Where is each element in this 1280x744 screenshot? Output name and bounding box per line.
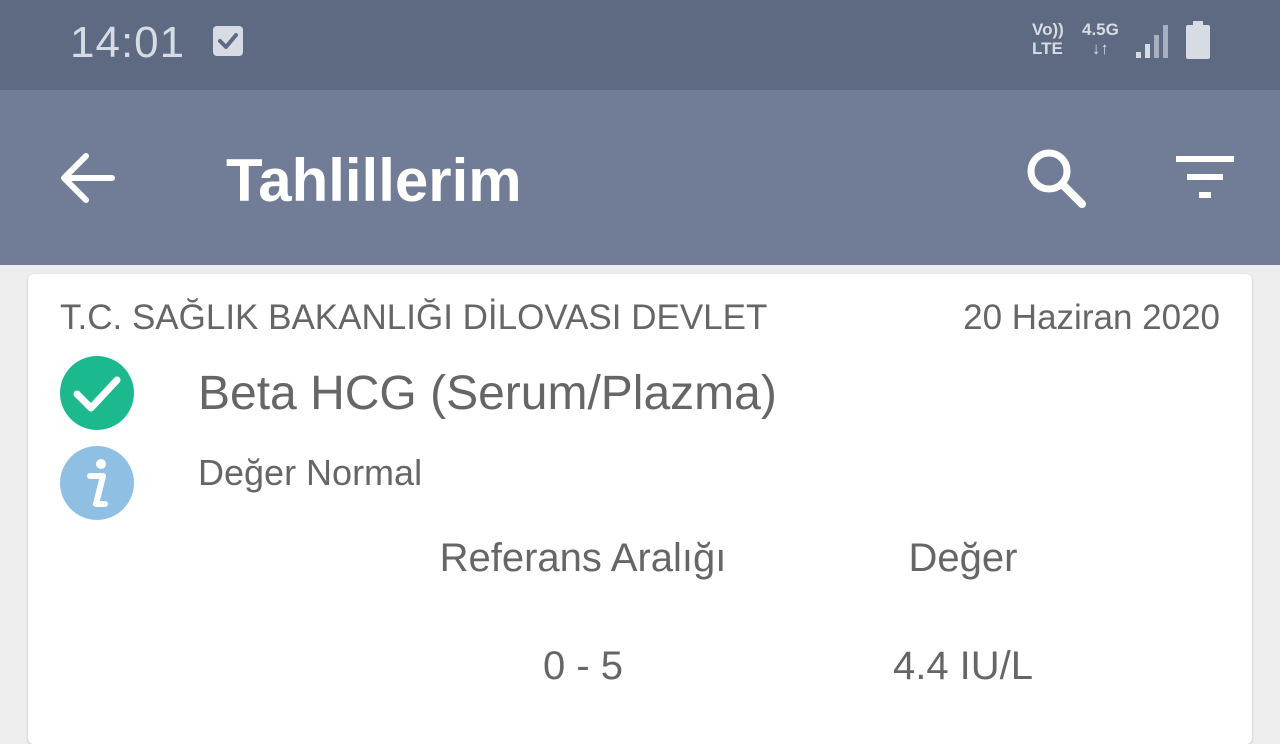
network-type-label: 4.5G [1082,20,1119,39]
check-circle-icon [60,356,134,430]
volte-indicator: Vo)) LTE [1032,20,1064,58]
test-name: Beta HCG (Serum/Plazma) [198,367,777,420]
result-status: Değer Normal [198,452,423,493]
lte-label: LTE [1032,39,1063,58]
reference-range-value: 0 - 5 [542,644,624,688]
battery-icon [1186,21,1210,59]
status-time: 14:01 [70,18,186,67]
checkbox-notification-icon [213,26,243,56]
test-result-card[interactable]: T.C. SAĞLIK BAKANLIĞI DİLOVASI DEVLET 20… [28,274,1252,744]
filter-icon[interactable] [1172,152,1238,202]
result-value: 4.4 IU/L [892,644,1034,688]
hospital-name: T.C. SAĞLIK BAKANLIĞI DİLOVASI DEVLET [60,298,768,337]
signal-icon [1136,25,1168,58]
info-icon [60,446,134,520]
network-indicator: 4.5G ↓↑ [1082,20,1119,58]
volte-label: Vo)) [1032,20,1064,39]
data-activity-arrows: ↓↑ [1091,39,1109,58]
value-header: Değer [908,536,1018,580]
reference-range-header: Referans Aralığı [439,536,727,580]
page-title: Tahlillerim [226,147,522,214]
back-arrow-icon[interactable] [56,150,118,206]
search-icon[interactable] [1024,146,1088,210]
status-bar: 14:01 Vo)) LTE 4.5G ↓↑ [0,0,1280,90]
result-date: 20 Haziran 2020 [963,298,1220,337]
app-bar: Tahlillerim [0,90,1280,265]
